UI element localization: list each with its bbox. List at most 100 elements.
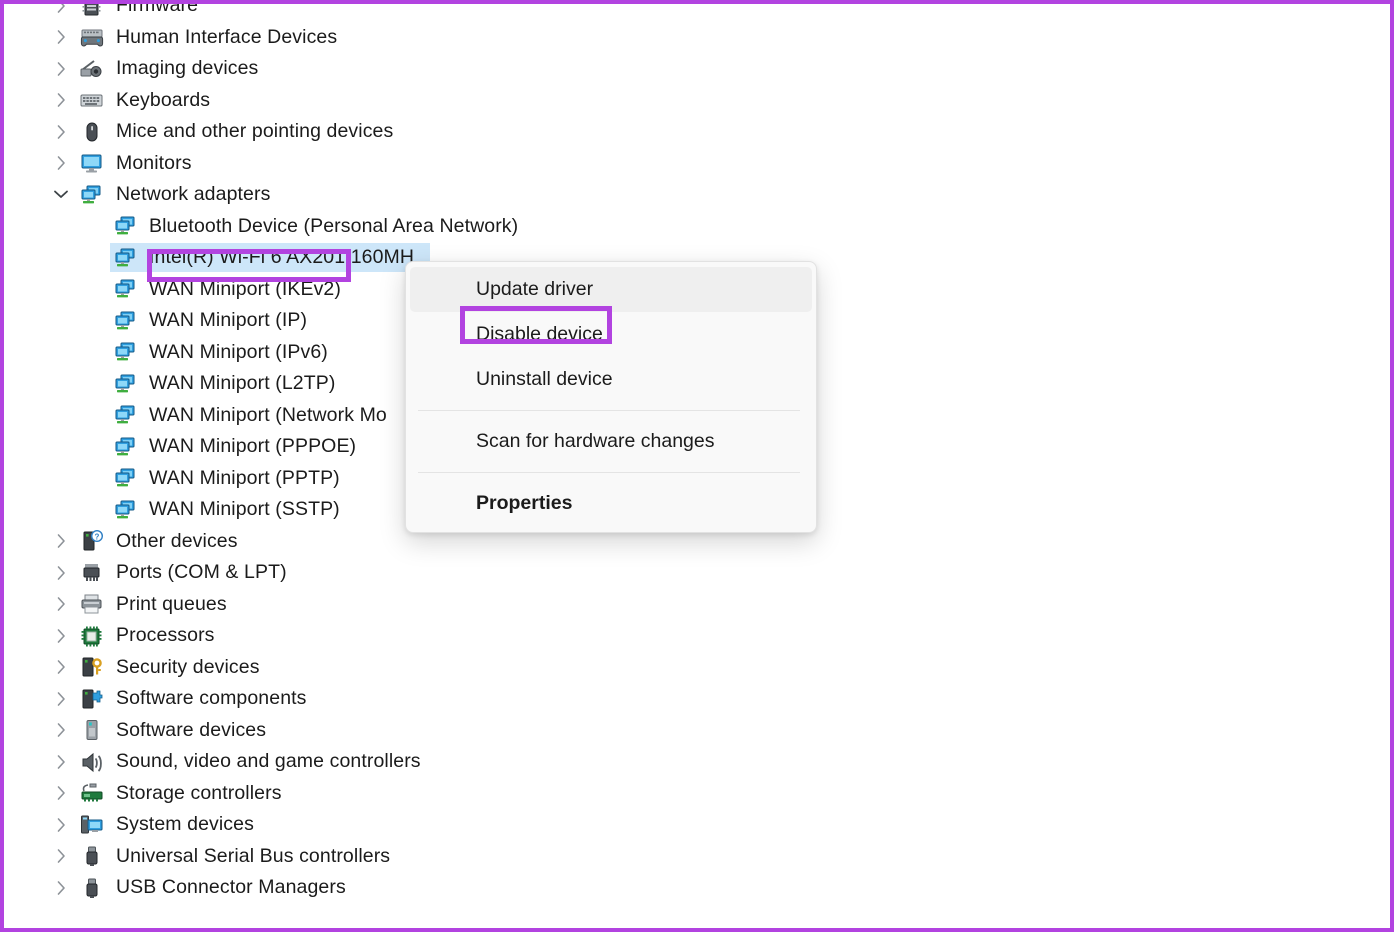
tree-item-label: Monitors [116,152,192,175]
chevron-right-icon[interactable] [52,754,70,770]
network-icon [113,309,139,333]
chevron-right-icon[interactable] [52,565,70,581]
usb-icon [79,876,105,900]
tree-item[interactable]: Security devices [4,652,1390,684]
system-icon [79,813,105,837]
tree-item-label: Software components [116,687,307,710]
processor-icon [79,624,105,648]
tree-item[interactable]: Human Interface Devices [4,22,1390,54]
other-device-icon: ? [79,529,105,553]
software-comp-icon [79,687,105,711]
svg-text:?: ? [95,533,100,542]
tree-item[interactable]: Monitors [4,148,1390,180]
tree-item-label: Universal Serial Bus controllers [116,845,390,868]
tree-item-label: Intel(R) Wi-Fi 6 AX201 160MH [149,246,414,269]
tree-item[interactable]: Network adapters [4,179,1390,211]
tree-item-label: Human Interface Devices [116,26,337,49]
chevron-right-icon[interactable] [52,61,70,77]
security-icon [79,655,105,679]
tree-item-label: WAN Miniport (IKEv2) [149,278,341,301]
tree-item[interactable]: USB Connector Managers [4,872,1390,904]
chevron-right-icon[interactable] [52,628,70,644]
tree-item-label: USB Connector Managers [116,876,346,899]
tree-item-label: WAN Miniport (IP) [149,309,307,332]
network-icon [113,403,139,427]
tree-item-label: WAN Miniport (PPTP) [149,467,340,490]
device-manager-window: Firmware Human Interface Devices Imaging d… [0,0,1394,932]
network-icon [113,498,139,522]
tree-item[interactable]: System devices [4,809,1390,841]
chevron-right-icon[interactable] [52,155,70,171]
tree-item-label: Firmware [116,0,198,17]
chevron-right-icon[interactable] [52,596,70,612]
tree-item-label: Software devices [116,719,266,742]
chevron-right-icon[interactable] [52,92,70,108]
context-menu-item[interactable]: Uninstall device [410,357,812,402]
tree-item[interactable]: Universal Serial Bus controllers [4,841,1390,873]
network-icon [113,435,139,459]
tree-item-label: Network adapters [116,183,270,206]
firmware-icon [79,0,105,18]
context-menu-item[interactable]: Disable device [410,312,812,357]
network-icon [113,372,139,396]
monitor-icon [79,151,105,175]
network-icon [113,246,139,270]
tree-item-label: WAN Miniport (IPv6) [149,341,328,364]
tree-item[interactable]: Ports (COM & LPT) [4,557,1390,589]
chevron-right-icon[interactable] [52,880,70,896]
chevron-right-icon[interactable] [52,29,70,45]
usb-icon [79,844,105,868]
tree-item-label: Sound, video and game controllers [116,750,421,773]
storage-icon [79,781,105,805]
chevron-right-icon[interactable] [52,817,70,833]
tree-item-label: Imaging devices [116,57,258,80]
keyboard-icon [79,88,105,112]
tree-item[interactable]: Bluetooth Device (Personal Area Network) [4,211,1390,243]
tree-item-label: Security devices [116,656,260,679]
context-menu-item[interactable]: Properties [410,481,812,526]
tree-item-label: Storage controllers [116,782,282,805]
tree-item-label: System devices [116,813,254,836]
context-menu-item[interactable]: Update driver [410,267,812,312]
tree-item[interactable]: Print queues [4,589,1390,621]
context-menu-item[interactable]: Scan for hardware changes [410,419,812,464]
network-icon [113,466,139,490]
menu-separator [418,410,800,411]
chevron-right-icon[interactable] [52,785,70,801]
chevron-right-icon[interactable] [52,0,70,14]
network-icon [113,340,139,364]
software-dev-icon [79,718,105,742]
network-icon [113,214,139,238]
chevron-right-icon[interactable] [52,722,70,738]
tree-item[interactable]: Software devices [4,715,1390,747]
chevron-right-icon[interactable] [52,124,70,140]
device-context-menu[interactable]: Update driverDisable deviceUninstall dev… [405,261,817,533]
tree-item[interactable]: Storage controllers [4,778,1390,810]
tree-item-label: Processors [116,624,215,647]
tree-item[interactable]: Software components [4,683,1390,715]
tree-item-label: Print queues [116,593,227,616]
menu-separator [418,472,800,473]
imaging-icon [79,57,105,81]
tree-item-label: WAN Miniport (PPPOE) [149,435,356,458]
sound-icon [79,750,105,774]
tree-item[interactable]: Sound, video and game controllers [4,746,1390,778]
tree-item-label: Bluetooth Device (Personal Area Network) [149,215,518,238]
tree-item-label: Ports (COM & LPT) [116,561,287,584]
tree-item-label: WAN Miniport (Network Mo [149,404,387,427]
tree-item-label: WAN Miniport (SSTP) [149,498,340,521]
chevron-right-icon[interactable] [52,691,70,707]
tree-item[interactable]: Mice and other pointing devices [4,116,1390,148]
tree-item-label: WAN Miniport (L2TP) [149,372,335,395]
tree-item-label: Keyboards [116,89,210,112]
chevron-down-icon[interactable] [52,189,70,200]
tree-item[interactable]: Firmware [4,0,1390,22]
tree-item[interactable]: Imaging devices [4,53,1390,85]
tree-item-label: Other devices [116,530,238,553]
chevron-right-icon[interactable] [52,533,70,549]
chevron-right-icon[interactable] [52,848,70,864]
tree-item[interactable]: Processors [4,620,1390,652]
port-icon [79,561,105,585]
tree-item[interactable]: Keyboards [4,85,1390,117]
chevron-right-icon[interactable] [52,659,70,675]
